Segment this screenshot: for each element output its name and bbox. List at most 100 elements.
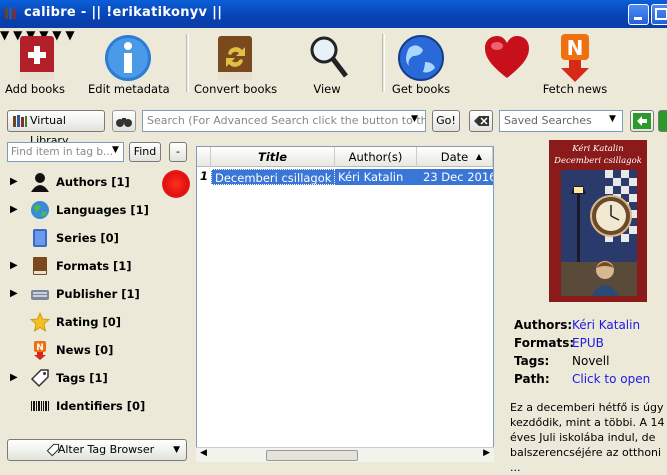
formats-link[interactable]: EPUB xyxy=(572,336,604,350)
row-number-header xyxy=(197,147,211,167)
delete-search-button[interactable] xyxy=(658,110,667,132)
maximize-icon xyxy=(655,8,667,20)
star-icon xyxy=(30,312,50,332)
tag-category-label: Languages [1] xyxy=(56,203,149,217)
column-header-authors[interactable]: Author(s) xyxy=(335,147,417,167)
tag-category-languages[interactable]: ▶ Languages [1] xyxy=(0,199,192,223)
tags-value: Novell xyxy=(572,354,610,368)
info-icon xyxy=(105,35,151,81)
saved-searches-input[interactable]: Saved Searches xyxy=(499,110,623,132)
cover-title: Decemberi csillagok xyxy=(554,156,642,166)
tag-category-publisher[interactable]: ▶ Publisher [1] xyxy=(0,283,192,307)
go-button[interactable]: Go! xyxy=(432,110,460,132)
fetch-news-label: Fetch news xyxy=(542,82,608,96)
publisher-icon xyxy=(31,290,49,300)
save-search-button[interactable] xyxy=(630,110,654,132)
tag-category-label: Tags [1] xyxy=(56,371,108,385)
tag-category-news[interactable]: N News [0] xyxy=(0,339,192,363)
table-row[interactable]: 1 Decemberi csillagok Kéri Katalin 23 De… xyxy=(197,168,493,186)
column-header-date[interactable]: Date ▲ xyxy=(417,147,493,167)
title-bar: calibre - || !erikatikonyv || xyxy=(0,0,667,28)
book-cover[interactable]: Kéri Katalin Decemberi csillagok xyxy=(549,140,647,302)
convert-books-button[interactable]: Convert books xyxy=(194,28,278,100)
cover-illustration xyxy=(561,170,637,296)
find-button[interactable]: Find xyxy=(129,142,161,162)
book-author-cell[interactable]: Kéri Katalin xyxy=(335,169,417,185)
minimize-button[interactable] xyxy=(628,4,649,25)
find-label: Find xyxy=(133,145,157,158)
formats-label: Formats: xyxy=(514,336,575,350)
authors-link[interactable]: Kéri Katalin xyxy=(572,318,640,332)
tag-browser: Find item in tag b... ▼ Find - ▶ Authors… xyxy=(0,136,192,461)
view-button[interactable]: View xyxy=(298,28,356,100)
tag-category-tags[interactable]: ▶ Tags [1] xyxy=(0,367,192,391)
tag-find-input[interactable]: Find item in tag b... xyxy=(7,142,124,162)
tags-label: Tags: xyxy=(514,354,550,368)
svg-text:N: N xyxy=(567,36,584,60)
search-history-dropdown-icon[interactable]: ▼ xyxy=(411,114,418,124)
expand-arrow-icon[interactable]: ▶ xyxy=(10,176,18,187)
alter-tag-browser-button[interactable]: Alter Tag Browser ▼ xyxy=(7,439,187,461)
tag-category-label: News [0] xyxy=(56,343,114,357)
tag-category-series[interactable]: Series [0] xyxy=(0,227,192,251)
book-description: Ez a decemberi hétfő is úgy kezdődik, mi… xyxy=(510,401,665,474)
search-input[interactable]: Search (For Advanced Search click the bu… xyxy=(142,110,426,132)
book-date-cell[interactable]: 23 Dec 2016 xyxy=(417,169,493,185)
book-list[interactable]: Title Author(s) Date ▲ 1 Decemberi csill… xyxy=(196,146,494,461)
green-arrow-icon xyxy=(633,113,651,129)
horizontal-scrollbar[interactable]: ◀ ▶ xyxy=(196,447,494,462)
tag-category-formats[interactable]: ▶ Formats [1] xyxy=(0,255,192,279)
advanced-search-button[interactable] xyxy=(112,110,136,132)
news-icon: N xyxy=(34,341,46,360)
scroll-left-icon[interactable]: ◀ xyxy=(200,448,207,458)
tag-category-identifiers[interactable]: Identifiers [0] xyxy=(0,395,192,419)
chevron-down-icon: ▼ xyxy=(173,445,180,455)
donate-button[interactable] xyxy=(478,28,536,100)
convert-book-icon xyxy=(218,36,252,80)
heart-icon xyxy=(485,36,529,78)
search-row: Virtual Library Search (For Advanced Sea… xyxy=(0,106,667,147)
collapse-button[interactable]: - xyxy=(169,142,187,162)
edit-metadata-label: Edit metadata xyxy=(88,82,170,96)
virtual-library-button[interactable]: Virtual Library xyxy=(7,110,105,147)
book-title-cell[interactable]: Decemberi csillagok xyxy=(211,169,335,185)
saved-searches-placeholder: Saved Searches xyxy=(504,114,592,127)
globe-icon xyxy=(398,35,444,81)
scroll-right-icon[interactable]: ▶ xyxy=(483,448,490,458)
tag-category-rating[interactable]: Rating [0] xyxy=(0,311,192,335)
edit-metadata-button[interactable]: Edit metadata xyxy=(88,28,170,100)
go-label: Go! xyxy=(436,114,456,127)
scrollbar-thumb[interactable] xyxy=(266,450,358,461)
news-icon: N xyxy=(561,34,589,82)
book-details-panel: Kéri Katalin Decemberi csillagok Authors… xyxy=(497,136,667,474)
path-label: Path: xyxy=(514,372,550,386)
column-header-title[interactable]: Title xyxy=(211,147,335,167)
toolbar-separator xyxy=(382,34,385,92)
splitter-handle[interactable] xyxy=(191,140,194,460)
add-books-button[interactable]: Add books xyxy=(0,28,70,100)
authors-label: Authors: xyxy=(514,318,573,332)
expand-arrow-icon[interactable]: ▶ xyxy=(10,288,18,299)
clear-icon xyxy=(474,116,489,126)
get-books-button[interactable]: Get books xyxy=(390,28,452,100)
convert-books-label: Convert books xyxy=(194,82,278,96)
main-toolbar: Add books ▼ Edit metadata ▼ Convert book… xyxy=(0,28,667,100)
tag-icon xyxy=(46,443,60,457)
path-link[interactable]: Click to open xyxy=(572,372,650,386)
book-icon xyxy=(33,257,47,275)
window-title: calibre - || !erikatikonyv || xyxy=(24,5,223,20)
saved-searches-dropdown-icon[interactable]: ▼ xyxy=(609,114,616,124)
expand-arrow-icon[interactable]: ▶ xyxy=(10,204,18,215)
tag-category-label: Formats [1] xyxy=(56,259,132,273)
binoculars-icon xyxy=(116,118,132,127)
barcode-icon xyxy=(31,401,49,411)
maximize-button[interactable] xyxy=(651,4,667,25)
tag-icon xyxy=(30,369,49,388)
add-books-label: Add books xyxy=(5,82,65,96)
cover-author: Kéri Katalin xyxy=(572,144,624,154)
expand-arrow-icon[interactable]: ▶ xyxy=(10,260,18,271)
clear-search-button[interactable] xyxy=(469,110,493,132)
fetch-news-button[interactable]: N Fetch news xyxy=(540,28,610,100)
expand-arrow-icon[interactable]: ▶ xyxy=(10,372,18,383)
tag-find-dropdown-icon[interactable]: ▼ xyxy=(112,145,119,155)
